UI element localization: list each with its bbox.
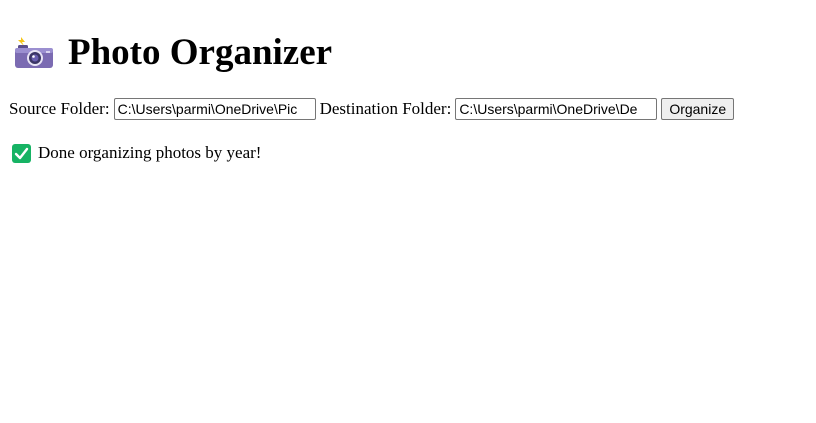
source-folder-input[interactable] bbox=[113, 98, 316, 120]
organize-button[interactable]: Organize bbox=[661, 98, 735, 120]
status-message: Done organizing photos by year! bbox=[12, 143, 261, 163]
source-folder-label: Source Folder: bbox=[9, 99, 110, 118]
destination-folder-label: Destination Folder: bbox=[319, 99, 452, 118]
page-title: Photo Organizer bbox=[68, 32, 333, 73]
photo-organizer-page: Photo Organizer Source Folder: Destinati… bbox=[0, 0, 816, 423]
header: Photo Organizer bbox=[14, 30, 332, 76]
destination-folder-input[interactable] bbox=[455, 98, 658, 120]
camera-with-flash-icon bbox=[14, 36, 54, 70]
folder-form: Source Folder: Destination Folder: Organ… bbox=[9, 96, 735, 122]
status-text: Done organizing photos by year! bbox=[38, 143, 262, 162]
check-mark-icon bbox=[12, 143, 31, 163]
